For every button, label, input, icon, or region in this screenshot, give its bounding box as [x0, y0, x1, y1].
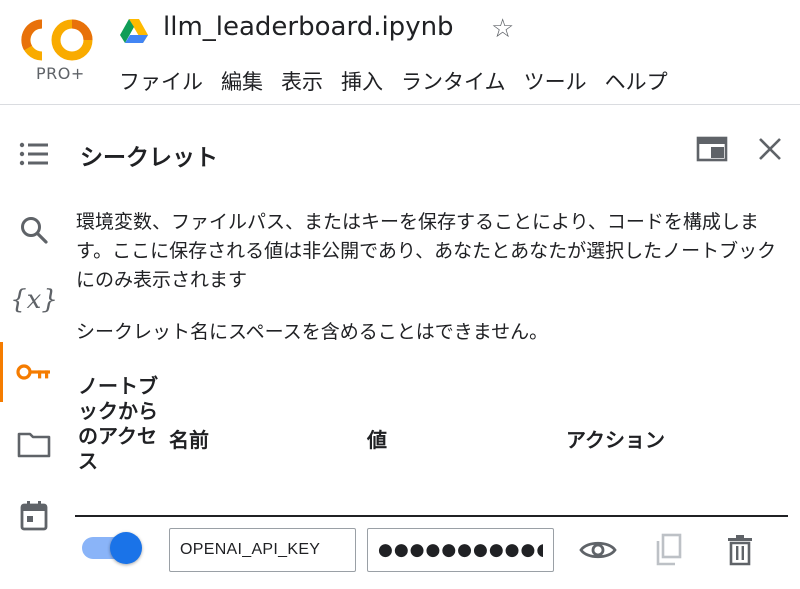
naming-note: シークレット名にスペースを含めることはできません。 [76, 321, 549, 343]
show-value-button[interactable] [578, 530, 618, 570]
menu-tools[interactable]: ツール [515, 64, 596, 98]
colab-logo-icon [21, 19, 93, 61]
sidebar-item-files[interactable] [0, 414, 68, 474]
variables-icon: {𝑥} [10, 285, 58, 315]
panel-description: 環境変数、ファイルパス、またはキーを保存することにより、コードを構成します。ここ… [76, 211, 777, 291]
column-header-notebook-access: ノートブックからのアクセス [78, 374, 158, 473]
notebook-title[interactable]: llm_leaderboard.ipynb [163, 12, 454, 42]
table-header-divider [75, 515, 788, 517]
menu-file[interactable]: ファイル [110, 64, 212, 98]
menu-insert[interactable]: 挿入 [332, 64, 392, 98]
sidebar-item-toc[interactable] [0, 124, 68, 184]
copy-value-button[interactable] [648, 530, 688, 570]
secret-value-input[interactable] [367, 528, 554, 572]
copy-icon [656, 533, 682, 566]
column-header-action: アクション [566, 428, 665, 452]
sidebar-item-schedule[interactable] [0, 486, 68, 546]
open-in-new-tab-icon [696, 136, 728, 162]
notebook-access-toggle[interactable] [82, 530, 142, 564]
sidebar-item-secrets[interactable] [0, 342, 68, 402]
close-icon [759, 138, 781, 160]
secret-name-input[interactable] [169, 528, 356, 572]
trash-icon [728, 535, 752, 566]
google-drive-icon[interactable] [120, 18, 148, 44]
calendar-icon [20, 501, 48, 531]
left-sidebar: {𝑥} [0, 106, 68, 589]
menu-bar: ファイル 編集 表示 挿入 ランタイム ツール ヘルプ [110, 64, 677, 98]
menu-view[interactable]: 表示 [272, 64, 332, 98]
menu-help[interactable]: ヘルプ [596, 64, 677, 98]
top-header: PRO+ llm_leaderboard.ipynb ☆ ファイル 編集 表示 … [0, 0, 800, 105]
key-icon [16, 364, 50, 380]
folder-icon [17, 432, 51, 458]
pro-plus-badge: PRO+ [36, 64, 85, 83]
colab-logo[interactable]: PRO+ [20, 18, 100, 88]
eye-icon [579, 541, 617, 559]
panel-title: シークレット [80, 145, 218, 171]
menu-runtime[interactable]: ランタイム [392, 64, 515, 98]
menu-edit[interactable]: 編集 [212, 64, 272, 98]
table-of-contents-icon [19, 142, 48, 166]
sidebar-item-search[interactable] [0, 200, 68, 260]
star-icon[interactable]: ☆ [491, 16, 514, 42]
search-icon [21, 217, 48, 244]
close-panel-button[interactable] [754, 134, 786, 164]
column-header-name: 名前 [169, 428, 209, 452]
open-in-tab-button[interactable] [694, 134, 730, 164]
delete-secret-button[interactable] [720, 530, 760, 570]
toggle-knob [110, 532, 142, 564]
sidebar-item-variables[interactable]: {𝑥} [0, 270, 68, 330]
column-header-value: 値 [367, 428, 387, 452]
